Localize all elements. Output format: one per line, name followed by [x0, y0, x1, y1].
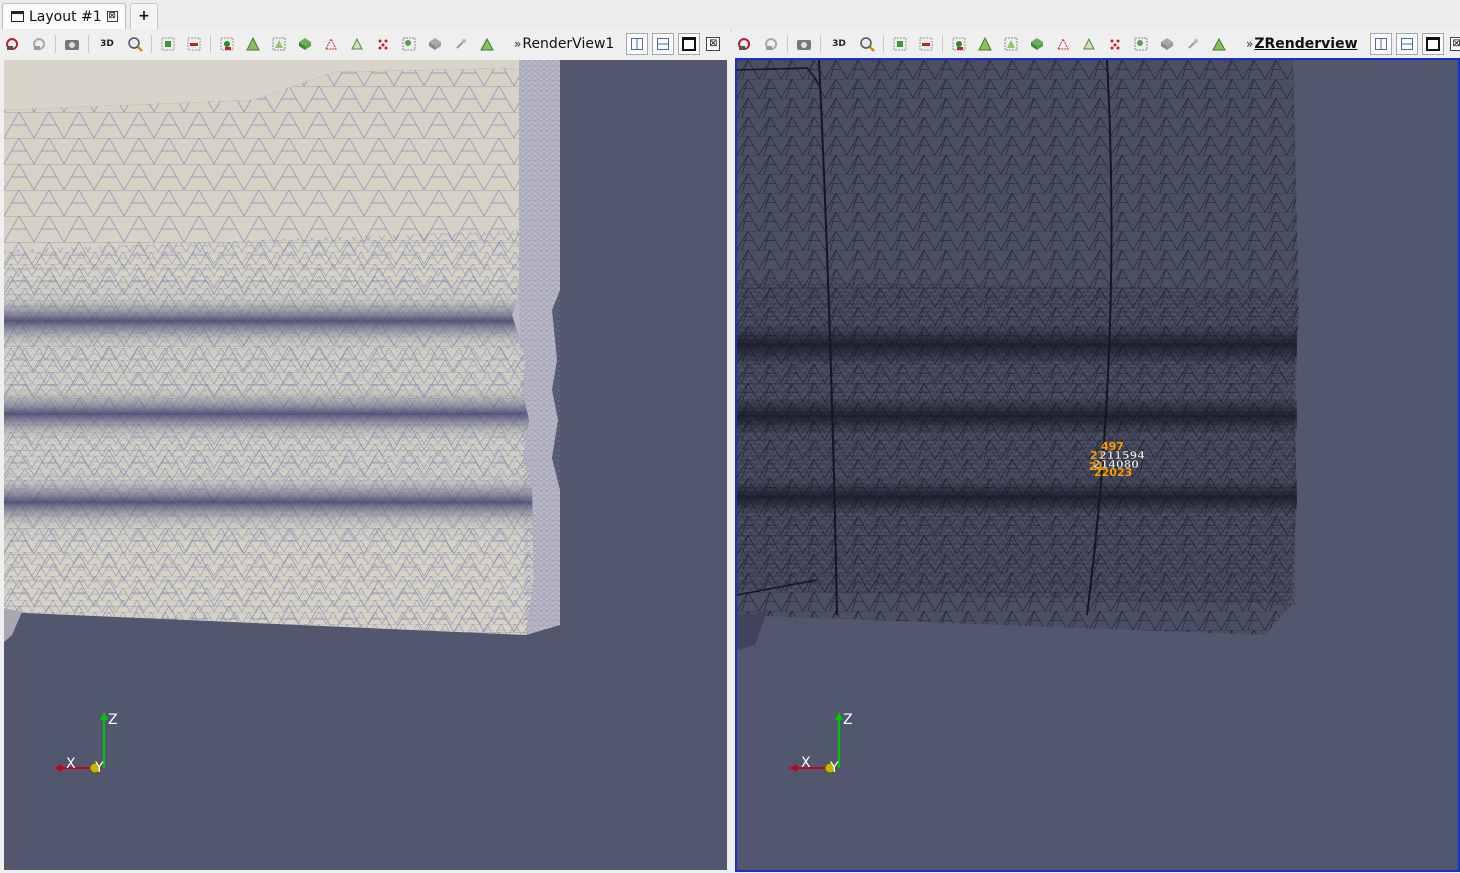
- reset-camera-icon[interactable]: [737, 36, 753, 52]
- shrink-selection-icon[interactable]: [1133, 36, 1149, 52]
- split-vertical-button[interactable]: [652, 33, 675, 55]
- hover-points-icon[interactable]: [323, 36, 339, 52]
- show-center-icon[interactable]: [1211, 36, 1227, 52]
- reset-camera-icon[interactable]: [5, 36, 21, 52]
- split-vertical-button[interactable]: [1395, 33, 1418, 55]
- toolbar-separator: [151, 35, 152, 53]
- 3d-toggle-icon[interactable]: 3D: [829, 36, 849, 52]
- view-toolbar: 3D » RenderView1 ⊠: [0, 30, 730, 58]
- select-points-icon[interactable]: [918, 36, 934, 52]
- toolbar-separator: [210, 35, 211, 53]
- wireframe-render: 497 21 211594 214080 21 22023 X Y Z: [737, 60, 1299, 776]
- render-view-pane-left: 3D » RenderView1 ⊠ X Y Z: [0, 30, 730, 873]
- axis-z-label: Z: [108, 712, 118, 728]
- grow-selection-icon[interactable]: [375, 36, 391, 52]
- view-name-label[interactable]: ZRenderview: [1254, 36, 1357, 52]
- toolbar-separator: [55, 35, 56, 53]
- render-viewport-left[interactable]: X Y Z: [4, 60, 727, 870]
- view-toolbar-icons: 3D: [732, 35, 1232, 53]
- hover-cells-icon[interactable]: [1081, 36, 1097, 52]
- toolbar-separator: [88, 35, 89, 53]
- maximize-view-button[interactable]: [1421, 33, 1444, 55]
- grow-selection-icon[interactable]: [1107, 36, 1123, 52]
- zoom-to-box-icon[interactable]: [127, 36, 143, 52]
- clear-selection-icon[interactable]: [427, 36, 443, 52]
- close-view-button[interactable]: ⊠: [706, 37, 721, 51]
- select-frustum-icon[interactable]: [977, 36, 993, 52]
- close-view-button[interactable]: ⊠: [1449, 37, 1460, 51]
- layout-tab-label: Layout #1: [29, 8, 102, 25]
- split-horizontal-button[interactable]: [626, 33, 649, 55]
- zoom-to-data-icon[interactable]: [31, 36, 47, 52]
- point-label: 22023: [1094, 466, 1132, 479]
- render-view-pane-right: 3D » ZRenderview ⊠ 497 21 211594 214080 …: [732, 30, 1460, 873]
- select-cells-icon[interactable]: [892, 36, 908, 52]
- close-tab-icon[interactable]: ⊠: [106, 11, 118, 22]
- axis-x-label: X: [66, 756, 76, 772]
- view-toolbar: 3D » ZRenderview ⊠: [732, 30, 1460, 58]
- 3d-toggle-icon[interactable]: 3D: [97, 36, 117, 52]
- layout-tab-bar: Layout #1 ⊠ +: [0, 0, 1460, 31]
- select-surface-icon[interactable]: [219, 36, 235, 52]
- maximize-view-button[interactable]: [678, 33, 701, 55]
- view-menu-chevron[interactable]: »: [514, 37, 521, 51]
- shrink-selection-icon[interactable]: [401, 36, 417, 52]
- hover-cells-icon[interactable]: [349, 36, 365, 52]
- window-icon: [11, 11, 24, 22]
- zoom-to-data-icon[interactable]: [763, 36, 779, 52]
- toolbar-separator: [787, 35, 788, 53]
- select-polygon-icon[interactable]: [271, 36, 287, 52]
- layout-tab[interactable]: Layout #1 ⊠: [2, 3, 126, 29]
- capture-screenshot-icon[interactable]: [64, 36, 80, 52]
- interactive-select-icon[interactable]: [297, 36, 313, 52]
- select-surface-icon[interactable]: [951, 36, 967, 52]
- show-center-icon[interactable]: [479, 36, 495, 52]
- zoom-to-box-icon[interactable]: [859, 36, 875, 52]
- pick-center-icon[interactable]: [453, 36, 469, 52]
- axis-y-label: Y: [94, 760, 104, 776]
- select-points-icon[interactable]: [186, 36, 202, 52]
- capture-screenshot-icon[interactable]: [796, 36, 812, 52]
- axis-y-label: Y: [829, 760, 839, 776]
- interactive-select-icon[interactable]: [1029, 36, 1045, 52]
- hover-points-icon[interactable]: [1055, 36, 1071, 52]
- add-layout-tab-button[interactable]: +: [130, 3, 158, 29]
- toolbar-separator: [883, 35, 884, 53]
- toolbar-separator: [820, 35, 821, 53]
- select-polygon-icon[interactable]: [1003, 36, 1019, 52]
- select-cells-icon[interactable]: [160, 36, 176, 52]
- pick-center-icon[interactable]: [1185, 36, 1201, 52]
- view-toolbar-icons: 3D: [0, 35, 500, 53]
- toolbar-separator: [942, 35, 943, 53]
- select-frustum-icon[interactable]: [245, 36, 261, 52]
- view-name-label[interactable]: RenderView1: [522, 36, 614, 52]
- axis-z-label: Z: [843, 712, 853, 728]
- render-viewport-right[interactable]: 497 21 211594 214080 21 22023 X Y Z: [735, 58, 1460, 872]
- mesh-surface-render: X Y Z: [4, 60, 560, 776]
- view-menu-chevron[interactable]: »: [1246, 37, 1253, 51]
- clear-selection-icon[interactable]: [1159, 36, 1175, 52]
- axis-x-label: X: [801, 755, 811, 771]
- split-horizontal-button[interactable]: [1369, 33, 1392, 55]
